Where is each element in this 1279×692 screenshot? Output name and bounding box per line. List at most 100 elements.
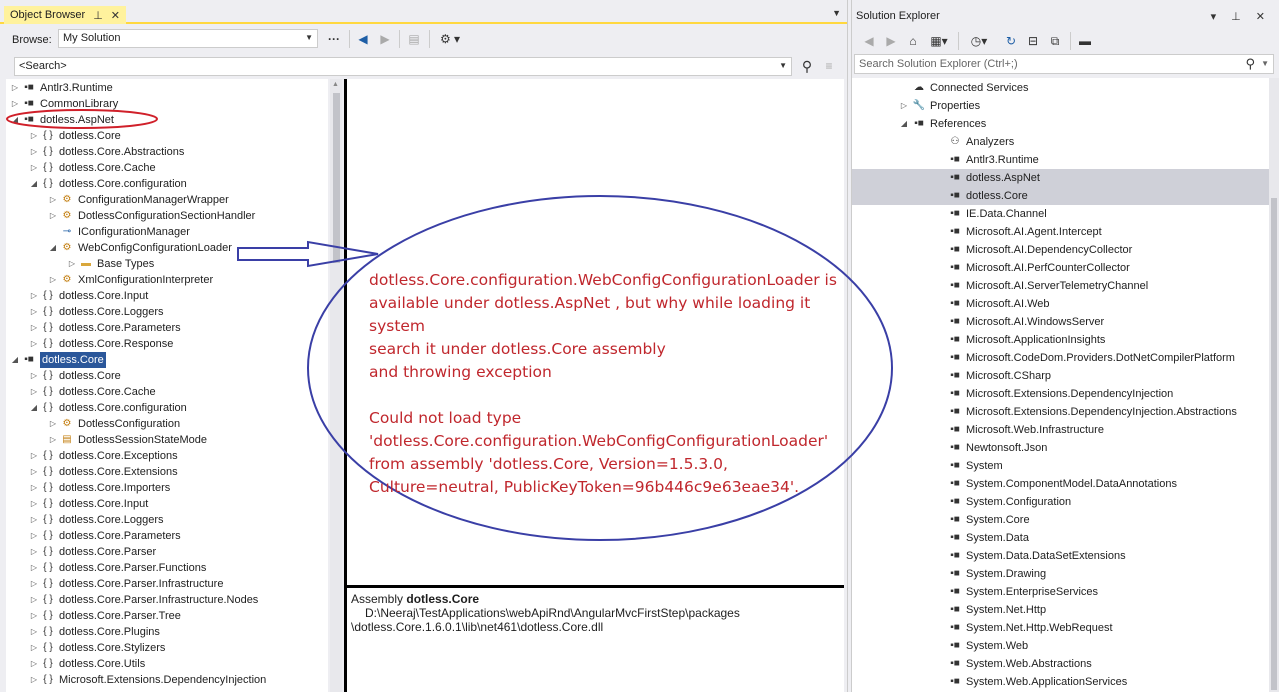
- tree-node[interactable]: ⊸ IConfigurationManager: [48, 224, 190, 240]
- search-icon[interactable]: ⚲: [1245, 56, 1255, 72]
- scrollbar-thumb[interactable]: [333, 93, 340, 263]
- expand-arrow-icon[interactable]: ▷: [29, 608, 39, 624]
- tree-node[interactable]: ◢ ▪■ dotless.Core: [10, 352, 106, 368]
- solution-tree-item[interactable]: ▪■ System.Net.Http.WebRequest: [852, 619, 1270, 637]
- tree-node[interactable]: ▷ { } dotless.Core.Parser: [29, 544, 156, 560]
- expand-arrow-icon[interactable]: ▷: [29, 480, 39, 496]
- expand-arrow-icon[interactable]: ▷: [29, 624, 39, 640]
- solution-tree-item[interactable]: ▪■ System.Core: [852, 511, 1270, 529]
- solution-tree-item[interactable]: ▪■ System.Data: [852, 529, 1270, 547]
- solution-tree-item[interactable]: ▪■ Microsoft.ApplicationInsights: [852, 331, 1270, 349]
- expand-arrow-icon[interactable]: ▷: [898, 97, 910, 115]
- expand-arrow-icon[interactable]: ▷: [29, 560, 39, 576]
- expand-arrow-icon[interactable]: ▷: [48, 208, 58, 224]
- expand-arrow-icon[interactable]: ▷: [29, 592, 39, 608]
- expand-arrow-icon[interactable]: ▷: [29, 528, 39, 544]
- solution-tree-item[interactable]: ▪■ System.Net.Http: [852, 601, 1270, 619]
- object-browser-search-input[interactable]: <Search> ▼: [14, 57, 792, 76]
- tree-node[interactable]: ◢ { } dotless.Core.configuration: [29, 176, 187, 192]
- forward-icon[interactable]: ▶: [376, 30, 394, 48]
- solution-tree-item[interactable]: ▪■ Antlr3.Runtime: [852, 151, 1270, 169]
- expand-arrow-icon[interactable]: ▷: [29, 368, 39, 384]
- expand-arrow-icon[interactable]: ▷: [48, 192, 58, 208]
- solution-tree-item[interactable]: ▪■ Microsoft.Web.Infrastructure: [852, 421, 1270, 439]
- tree-node[interactable]: ▷ { } dotless.Core.Loggers: [29, 304, 164, 320]
- expand-arrow-icon[interactable]: ▷: [29, 304, 39, 320]
- tree-node[interactable]: ▷ ▪■ Antlr3.Runtime: [10, 80, 113, 96]
- tree-node[interactable]: ◢ ▪■ dotless.AspNet: [10, 112, 114, 128]
- expand-arrow-icon[interactable]: ▷: [29, 448, 39, 464]
- solution-tree-item[interactable]: ▪■ System.Web.ApplicationServices: [852, 673, 1270, 691]
- tree-node[interactable]: ◢ ⚙ WebConfigConfigurationLoader: [48, 240, 232, 256]
- tree-node[interactable]: ▷ { } dotless.Core.Exceptions: [29, 448, 178, 464]
- tree-node[interactable]: ▷ { } dotless.Core.Extensions: [29, 464, 178, 480]
- solution-tree-item[interactable]: ▪■ Microsoft.Extensions.DependencyInjecti…: [852, 403, 1270, 421]
- tree-node[interactable]: ▷ { } dotless.Core.Parameters: [29, 528, 181, 544]
- tree-node[interactable]: ▷ { } dotless.Core.Abstractions: [29, 144, 184, 160]
- browse-scope-dropdown[interactable]: My Solution ▼: [58, 29, 318, 48]
- back-icon[interactable]: ◀: [860, 32, 878, 50]
- solution-explorer-search-input[interactable]: Search Solution Explorer (Ctrl+;) ⚲ ▼: [854, 54, 1274, 74]
- expand-arrow-icon[interactable]: ▷: [29, 288, 39, 304]
- solution-tree-item[interactable]: ▪■ Microsoft.AI.Web: [852, 295, 1270, 313]
- solution-tree-item[interactable]: ▪■ System.ComponentModel.DataAnnotations: [852, 475, 1270, 493]
- switch-views-icon[interactable]: ▦▾: [926, 32, 952, 50]
- show-all-files-icon[interactable]: ⧉: [1046, 32, 1064, 50]
- collapse-arrow-icon[interactable]: ◢: [898, 115, 910, 133]
- more-options-icon[interactable]: ···: [324, 30, 344, 48]
- solution-tree-item[interactable]: ▪■ Microsoft.CSharp: [852, 367, 1270, 385]
- expand-arrow-icon[interactable]: ▷: [29, 640, 39, 656]
- collapse-arrow-icon[interactable]: ◢: [10, 352, 20, 368]
- solution-tree-item[interactable]: ▪■ Newtonsoft.Json: [852, 439, 1270, 457]
- solution-tree-item[interactable]: ⚇ Analyzers: [852, 133, 1270, 151]
- tree-node[interactable]: ◢ { } dotless.Core.configuration: [29, 400, 187, 416]
- solution-tree-item[interactable]: ▪■ Microsoft.AI.ServerTelemetryChannel: [852, 277, 1270, 295]
- expand-arrow-icon[interactable]: ▷: [29, 160, 39, 176]
- chevron-down-icon[interactable]: ▼: [1261, 59, 1269, 68]
- tree-vertical-scrollbar[interactable]: ▲: [330, 79, 342, 692]
- solution-tree-item[interactable]: ▪■ IE.Data.Channel: [852, 205, 1270, 223]
- expand-arrow-icon[interactable]: ▷: [29, 128, 39, 144]
- tree-node[interactable]: ▷ ▬ Base Types: [67, 256, 154, 272]
- solution-tree-item[interactable]: ▪■ Microsoft.AI.PerfCounterCollector: [852, 259, 1270, 277]
- window-controls[interactable]: ▾ ⊥ ✕: [1211, 10, 1271, 23]
- tree-node[interactable]: ▷ { } dotless.Core.Cache: [29, 384, 156, 400]
- collapse-all-icon[interactable]: ⊟: [1024, 32, 1042, 50]
- expand-arrow-icon[interactable]: ▷: [29, 496, 39, 512]
- collapse-arrow-icon[interactable]: ◢: [48, 240, 58, 256]
- tree-node[interactable]: ▷ { } dotless.Core.Parser.Infrastructure: [29, 576, 224, 592]
- pin-icon[interactable]: ⊥: [93, 9, 103, 22]
- tree-node[interactable]: ▷ { } dotless.Core.Cache: [29, 160, 156, 176]
- tree-node[interactable]: ▷ { } dotless.Core.Parser.Infrastructure.N…: [29, 592, 258, 608]
- solution-tree-item[interactable]: ▪■ Microsoft.AI.DependencyCollector: [852, 241, 1270, 259]
- solution-tree-item[interactable]: ▪■ Microsoft.CodeDom.Providers.DotNetComp…: [852, 349, 1270, 367]
- expand-arrow-icon[interactable]: ▷: [29, 144, 39, 160]
- expand-arrow-icon[interactable]: ▷: [29, 336, 39, 352]
- solution-tree-item[interactable]: ▪■ Microsoft.Extensions.DependencyInjecti…: [852, 385, 1270, 403]
- properties-icon[interactable]: ▬: [1076, 32, 1094, 50]
- solution-tree-item[interactable]: ▪■ System.Data.DataSetExtensions: [852, 547, 1270, 565]
- collapse-arrow-icon[interactable]: ◢: [29, 176, 39, 192]
- tree-node[interactable]: ▷ { } dotless.Core.Importers: [29, 480, 170, 496]
- tree-node[interactable]: ▷ { } dotless.Core.Plugins: [29, 624, 160, 640]
- settings-gear-icon[interactable]: ⚙ ▾: [434, 30, 466, 48]
- tree-node[interactable]: ▷ { } dotless.Core.Input: [29, 288, 148, 304]
- tree-node[interactable]: ▷ { } dotless.Core.Stylizers: [29, 640, 165, 656]
- solution-tree-item[interactable]: ▷ 🔧 Properties: [852, 97, 1270, 115]
- clear-search-icon[interactable]: ≡: [820, 57, 838, 75]
- tree-node[interactable]: ▷ { } dotless.Core: [29, 128, 121, 144]
- solution-tree-item[interactable]: ▪■ System.Configuration: [852, 493, 1270, 511]
- expand-arrow-icon[interactable]: ▷: [29, 672, 39, 688]
- tree-node[interactable]: ▷ { } dotless.Core.Input: [29, 496, 148, 512]
- add-reference-icon[interactable]: ▤: [404, 30, 424, 48]
- solution-tree-item[interactable]: ▪■ System: [852, 457, 1270, 475]
- tree-node[interactable]: ▷ { } dotless.Core.Utils: [29, 656, 145, 672]
- tree-node[interactable]: ▷ ▪■ CommonLibrary: [10, 96, 118, 112]
- tree-node[interactable]: ▷ { } dotless.Core.Response: [29, 336, 173, 352]
- refresh-icon[interactable]: ↻: [1002, 32, 1020, 50]
- solution-tree-item[interactable]: ▪■ System.Drawing: [852, 565, 1270, 583]
- tree-node[interactable]: ▷ { } Microsoft.Extensions.DependencyInjec…: [29, 672, 266, 688]
- back-icon[interactable]: ◀: [354, 30, 372, 48]
- tree-node[interactable]: ▷ { } dotless.Core.Parser.Functions: [29, 560, 206, 576]
- expand-arrow-icon[interactable]: ▷: [67, 256, 77, 272]
